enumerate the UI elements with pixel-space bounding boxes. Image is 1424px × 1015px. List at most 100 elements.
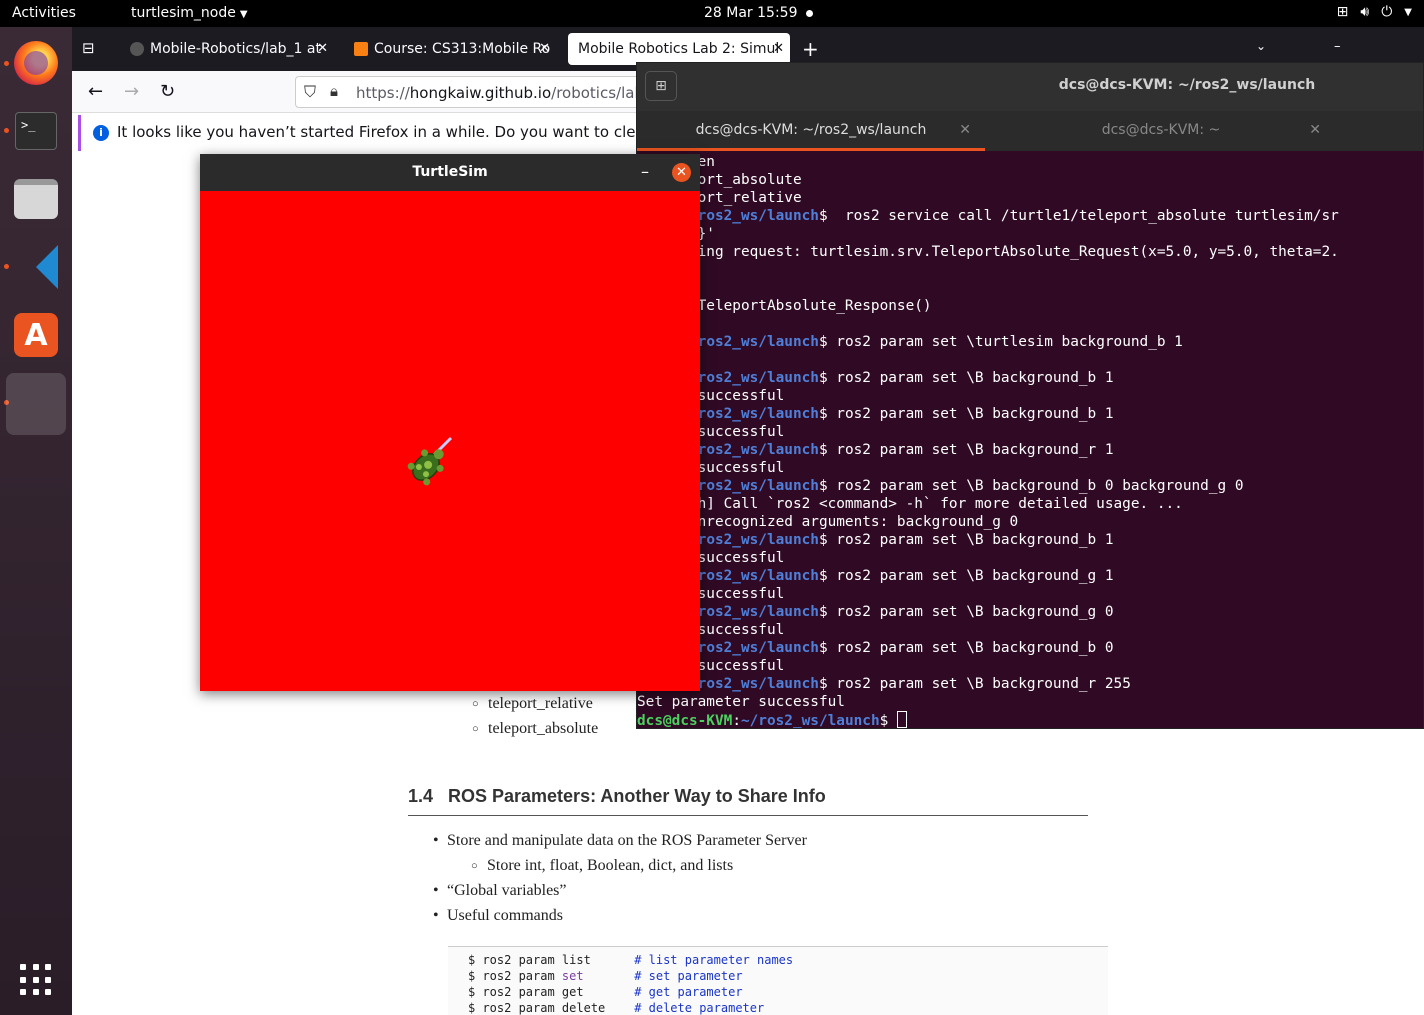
show-apps-icon[interactable] (20, 964, 52, 996)
moodle-icon (354, 42, 368, 56)
close-icon[interactable]: ✕ (317, 41, 328, 56)
terminal-prompt-line: -KVM:~/ros2_ws/launch$ ros2 param set \B… (637, 531, 1423, 549)
code-command: $ ros2 param (468, 953, 562, 967)
prompt-symbol: $ (818, 406, 828, 422)
lock-icon[interactable]: 🔒︎ (330, 82, 338, 100)
app-store-launcher[interactable]: A (6, 305, 66, 365)
firefox-launcher[interactable] (6, 33, 66, 93)
terminal-prompt-line: -KVM:~/ros2_ws/launch$ ros2 param set \t… (637, 333, 1423, 351)
turtlesim-launcher[interactable] (6, 373, 66, 435)
prompt-path: ~/ros2_ws/launch (680, 604, 819, 620)
code-command: $ ros2 param (468, 985, 562, 999)
app-menu[interactable]: turtlesim_node ▼ (131, 5, 248, 21)
terminal-output-line: ameter successful (637, 459, 1423, 477)
output-text: ros2 [-h] Call `ros2 <command> -h` for m… (637, 496, 1183, 512)
firefox-icon (14, 41, 58, 85)
bullet-item: “Global variables” (433, 882, 566, 900)
prompt-colon: : (732, 713, 741, 729)
terminal-launcher[interactable]: >_ (6, 101, 66, 161)
prompt-symbol: $ (818, 604, 828, 620)
close-icon[interactable]: ✕ (959, 122, 971, 138)
minimize-icon[interactable]: – (641, 162, 649, 181)
terminal-prompt-line: -KVM:~/ros2_ws/launch$ ros2 param set \B… (637, 603, 1423, 621)
forward-icon[interactable]: → (124, 81, 139, 102)
terminal-prompt-line: -KVM:~/ros2_ws/launch$ ros2 param set \B… (637, 369, 1423, 387)
vscode-launcher[interactable] (6, 237, 66, 297)
app-store-icon: A (14, 313, 58, 357)
text-cursor (896, 711, 907, 728)
tab-label: Mobile-Robotics/lab_1 at (150, 41, 321, 57)
prompt-path: ~/ros2_ws/launch (680, 208, 819, 224)
prompt-path: ~/ros2_ws/launch (680, 406, 819, 422)
tab-course-cs313[interactable]: Course: CS313:Mobile Ro ✕ (344, 33, 556, 65)
prompt-symbol: $ (818, 568, 828, 584)
system-tray[interactable]: ⊞ 🔊︎ ⏻ ▼ (1337, 4, 1412, 20)
prompt-path: ~/ros2_ws/launch (680, 442, 819, 458)
list-tabs-icon[interactable]: ⌄ (1256, 39, 1266, 53)
new-tab-button[interactable]: + (802, 37, 819, 61)
terminal-prompt-line: -KVM:~/ros2_ws/launch$ ros2 param set \B… (637, 405, 1423, 423)
list-item: teleport_absolute (472, 720, 598, 738)
code-line: $ ros2 param get # get parameter (468, 985, 1108, 1001)
output-text: er: making request: turtlesim.srv.Telepo… (637, 244, 1339, 260)
prompt-command: ros2 param set \B background_g 1 (827, 568, 1114, 584)
tab-mobile-robotics-lab2[interactable]: Mobile Robotics Lab 2: Simul ✕ (568, 33, 790, 65)
prompt-path: ~/ros2_ws/launch (680, 568, 819, 584)
prompt-command: ros2 param set \B background_r 255 (827, 676, 1131, 692)
close-icon[interactable]: ✕ (773, 41, 784, 56)
turtlesim-canvas (200, 191, 700, 691)
terminal-tab[interactable]: dcs@dcs-KVM: ~/ros2_ws/launch ✕ (637, 111, 985, 151)
terminal-prompt-line: -KVM:~/ros2_ws/launch$ ros2 param set \B… (637, 675, 1423, 693)
code-block: $ ros2 param list # list parameter names… (448, 946, 1108, 1015)
close-icon[interactable]: ✕ (539, 41, 550, 56)
close-icon[interactable]: ✕ (1309, 122, 1321, 138)
terminal-prompt-line: -KVM:~/ros2_ws/launch$ ros2 param set \B… (637, 441, 1423, 459)
close-icon[interactable]: ✕ (672, 163, 691, 182)
code-comment: # set parameter (634, 969, 743, 983)
code-verb: set (561, 969, 584, 983)
reload-icon[interactable]: ↻ (160, 81, 175, 102)
files-icon (14, 179, 58, 219)
terminal-tab-label: dcs@dcs-KVM: ~ (1101, 122, 1221, 138)
terminal-output-line: er: making request: turtlesim.srv.Telepo… (637, 243, 1423, 261)
files-launcher[interactable] (6, 169, 66, 229)
prompt-command: ros2 param set \turtlesim background_b 1 (827, 334, 1183, 350)
url-host: hongkaiw.github.io (409, 84, 552, 102)
activities-button[interactable]: Activities (12, 5, 76, 21)
output-text: Set parameter successful (637, 694, 845, 710)
minimize-icon[interactable]: – (1334, 39, 1341, 54)
code-line: $ ros2 param delete # delete parameter (468, 1001, 1108, 1015)
clock[interactable]: 28 Mar 15:59 (704, 5, 797, 21)
terminal-prompt-line: -KVM:~/ros2_ws/launch$ ros2 service call… (637, 207, 1423, 225)
terminal-output-line: ta: 2.0}' (637, 225, 1423, 243)
code-command: $ ros2 param (468, 969, 562, 983)
chevron-down-icon: ▼ (1404, 6, 1412, 18)
bullet-item: Useful commands (433, 907, 563, 925)
list-item: teleport_relative (472, 695, 593, 713)
tab-label: Mobile Robotics Lab 2: Simul (578, 41, 780, 57)
prompt-symbol: $ (818, 208, 828, 224)
chevron-down-icon: ▼ (239, 9, 248, 20)
network-icon: ⊞ (1336, 4, 1349, 20)
code-comment: # get parameter (634, 985, 743, 999)
firefox-view-icon[interactable]: ⊟ (82, 39, 95, 57)
tab-github-lab1[interactable]: Mobile-Robotics/lab_1 at ✕ (120, 33, 334, 65)
prompt-command: ros2 param set \B background_g 0 (827, 604, 1114, 620)
terminal-titlebar: ⊞ dcs@dcs-KVM: ~/ros2_ws/launch (637, 63, 1423, 111)
terminal-output[interactable]: 1/set_pen1/teleport_absolute1/teleport_r… (637, 151, 1423, 729)
prompt-symbol: $ (879, 713, 889, 729)
terminal-prompt-line: -KVM:~/ros2_ws/launch$ ros2 param set \B… (637, 639, 1423, 657)
shield-icon[interactable]: ⛉ (304, 82, 316, 102)
terminal-output-line: ameter successful (637, 387, 1423, 405)
terminal-tab[interactable]: dcs@dcs-KVM: ~ ✕ (987, 111, 1335, 151)
prompt-command: ros2 param set \B background_b 1 (827, 406, 1114, 422)
terminal-tab-label: dcs@dcs-KVM: ~/ros2_ws/launch (695, 122, 927, 138)
code-padding (584, 985, 635, 999)
back-icon[interactable]: ← (88, 81, 103, 102)
code-command: $ ros2 param (468, 1001, 562, 1015)
prompt-command: ros2 service call /turtle1/teleport_abso… (827, 208, 1339, 224)
section-heading: 1.4 ROS Parameters: Another Way to Share … (408, 786, 1088, 816)
list-item: Store int, float, Boolean, dict, and lis… (471, 857, 733, 875)
prompt-symbol: $ (818, 478, 828, 494)
